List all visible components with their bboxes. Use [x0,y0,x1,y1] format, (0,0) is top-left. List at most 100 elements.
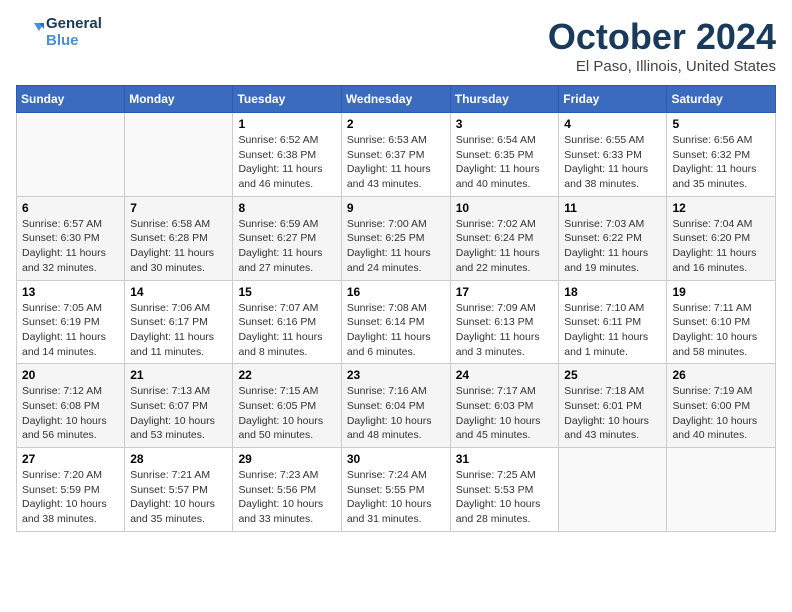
day-info: Sunrise: 7:17 AM Sunset: 6:03 PM Dayligh… [456,384,554,443]
day-number: 23 [347,368,445,382]
day-info: Sunrise: 6:58 AM Sunset: 6:28 PM Dayligh… [130,217,227,276]
calendar-cell: 28 Sunrise: 7:21 AM Sunset: 5:57 PM Dayli… [125,448,233,532]
logo-text-blue: Blue [46,33,102,50]
calendar-cell: 16 Sunrise: 7:08 AM Sunset: 6:14 PM Dayli… [341,280,450,364]
calendar-cell: 30Sunrise: 7:24 AM Sunset: 5:55 PM Dayli… [341,448,450,532]
day-number: 17 [456,285,554,299]
calendar-cell: 31 Sunrise: 7:25 AM Sunset: 5:53 PM Dayli… [450,448,559,532]
weekday-header-row: SundayMondayTuesdayWednesdayThursdayFrid… [17,86,776,113]
day-info: Sunrise: 7:13 AM Sunset: 6:07 PM Dayligh… [130,384,227,443]
day-number: 26 [672,368,770,382]
day-info: Sunrise: 7:21 AM Sunset: 5:57 PM Dayligh… [130,468,227,527]
day-number: 2 [347,117,445,131]
day-info: Sunrise: 7:20 AM Sunset: 5:59 PM Dayligh… [22,468,119,527]
day-info: Sunrise: 7:05 AM Sunset: 6:19 PM Dayligh… [22,301,119,360]
day-info: Sunrise: 7:08 AM Sunset: 6:14 PM Dayligh… [347,301,445,360]
day-number: 3 [456,117,554,131]
day-info: Sunrise: 7:19 AM Sunset: 6:00 PM Dayligh… [672,384,770,443]
day-number: 1 [238,117,335,131]
location: El Paso, Illinois, United States [548,58,776,75]
weekday-header-cell: Monday [125,86,233,113]
weekday-header-cell: Sunday [17,86,125,113]
day-number: 18 [564,285,661,299]
logo: General Blue [16,16,102,49]
calendar-cell: 10Sunrise: 7:02 AM Sunset: 6:24 PM Dayli… [450,196,559,280]
calendar-cell: 23 Sunrise: 7:16 AM Sunset: 6:04 PM Dayli… [341,364,450,448]
day-number: 31 [456,452,554,466]
weekday-header-cell: Thursday [450,86,559,113]
day-info: Sunrise: 7:04 AM Sunset: 6:20 PM Dayligh… [672,217,770,276]
calendar-table: SundayMondayTuesdayWednesdayThursdayFrid… [16,85,776,532]
day-info: Sunrise: 7:24 AM Sunset: 5:55 PM Dayligh… [347,468,445,527]
day-number: 29 [238,452,335,466]
day-info: Sunrise: 7:23 AM Sunset: 5:56 PM Dayligh… [238,468,335,527]
day-info: Sunrise: 6:53 AM Sunset: 6:37 PM Dayligh… [347,133,445,192]
calendar-cell [559,448,667,532]
day-info: Sunrise: 6:55 AM Sunset: 6:33 PM Dayligh… [564,133,661,192]
calendar-cell: 25 Sunrise: 7:18 AM Sunset: 6:01 PM Dayli… [559,364,667,448]
day-number: 9 [347,201,445,215]
day-number: 27 [22,452,119,466]
logo-text-general: General [46,16,102,33]
month-title: October 2024 [548,16,776,58]
calendar-cell: 3 Sunrise: 6:54 AM Sunset: 6:35 PM Daylig… [450,113,559,197]
day-info: Sunrise: 7:10 AM Sunset: 6:11 PM Dayligh… [564,301,661,360]
page-header: General Blue October 2024 El Paso, Illin… [16,16,776,75]
day-info: Sunrise: 7:02 AM Sunset: 6:24 PM Dayligh… [456,217,554,276]
calendar-week-row: 1Sunrise: 6:52 AM Sunset: 6:38 PM Daylig… [17,113,776,197]
calendar-cell: 9 Sunrise: 7:00 AM Sunset: 6:25 PM Daylig… [341,196,450,280]
day-number: 21 [130,368,227,382]
day-info: Sunrise: 7:11 AM Sunset: 6:10 PM Dayligh… [672,301,770,360]
logo-svg: General Blue [16,16,102,49]
day-number: 13 [22,285,119,299]
day-number: 28 [130,452,227,466]
weekday-header-cell: Saturday [667,86,776,113]
calendar-cell: 17 Sunrise: 7:09 AM Sunset: 6:13 PM Dayli… [450,280,559,364]
calendar-cell [667,448,776,532]
calendar-week-row: 6Sunrise: 6:57 AM Sunset: 6:30 PM Daylig… [17,196,776,280]
day-number: 20 [22,368,119,382]
day-info: Sunrise: 7:06 AM Sunset: 6:17 PM Dayligh… [130,301,227,360]
day-number: 19 [672,285,770,299]
calendar-cell [17,113,125,197]
day-info: Sunrise: 6:57 AM Sunset: 6:30 PM Dayligh… [22,217,119,276]
day-number: 14 [130,285,227,299]
day-info: Sunrise: 7:16 AM Sunset: 6:04 PM Dayligh… [347,384,445,443]
day-info: Sunrise: 7:09 AM Sunset: 6:13 PM Dayligh… [456,301,554,360]
calendar-cell: 4Sunrise: 6:55 AM Sunset: 6:33 PM Daylig… [559,113,667,197]
day-number: 8 [238,201,335,215]
calendar-cell: 26 Sunrise: 7:19 AM Sunset: 6:00 PM Dayli… [667,364,776,448]
day-info: Sunrise: 6:56 AM Sunset: 6:32 PM Dayligh… [672,133,770,192]
day-info: Sunrise: 7:07 AM Sunset: 6:16 PM Dayligh… [238,301,335,360]
day-number: 24 [456,368,554,382]
calendar-cell: 5Sunrise: 6:56 AM Sunset: 6:32 PM Daylig… [667,113,776,197]
calendar-cell: 20 Sunrise: 7:12 AM Sunset: 6:08 PM Dayli… [17,364,125,448]
calendar-cell: 21 Sunrise: 7:13 AM Sunset: 6:07 PM Dayli… [125,364,233,448]
day-number: 25 [564,368,661,382]
day-number: 22 [238,368,335,382]
day-number: 16 [347,285,445,299]
calendar-cell: 27 Sunrise: 7:20 AM Sunset: 5:59 PM Dayli… [17,448,125,532]
calendar-cell: 15Sunrise: 7:07 AM Sunset: 6:16 PM Dayli… [233,280,341,364]
calendar-cell: 29 Sunrise: 7:23 AM Sunset: 5:56 PM Dayli… [233,448,341,532]
calendar-cell: 1Sunrise: 6:52 AM Sunset: 6:38 PM Daylig… [233,113,341,197]
calendar-cell: 13 Sunrise: 7:05 AM Sunset: 6:19 PM Dayli… [17,280,125,364]
title-block: October 2024 El Paso, Illinois, United S… [548,16,776,75]
day-number: 7 [130,201,227,215]
calendar-cell: 18 Sunrise: 7:10 AM Sunset: 6:11 PM Dayli… [559,280,667,364]
weekday-header-cell: Tuesday [233,86,341,113]
day-info: Sunrise: 6:54 AM Sunset: 6:35 PM Dayligh… [456,133,554,192]
day-number: 11 [564,201,661,215]
day-number: 12 [672,201,770,215]
calendar-week-row: 27 Sunrise: 7:20 AM Sunset: 5:59 PM Dayli… [17,448,776,532]
calendar-week-row: 13 Sunrise: 7:05 AM Sunset: 6:19 PM Dayli… [17,280,776,364]
calendar-cell: 8Sunrise: 6:59 AM Sunset: 6:27 PM Daylig… [233,196,341,280]
day-info: Sunrise: 7:00 AM Sunset: 6:25 PM Dayligh… [347,217,445,276]
calendar-cell: 19 Sunrise: 7:11 AM Sunset: 6:10 PM Dayli… [667,280,776,364]
day-info: Sunrise: 7:18 AM Sunset: 6:01 PM Dayligh… [564,384,661,443]
day-info: Sunrise: 7:12 AM Sunset: 6:08 PM Dayligh… [22,384,119,443]
calendar-cell: 22Sunrise: 7:15 AM Sunset: 6:05 PM Dayli… [233,364,341,448]
calendar-cell: 12 Sunrise: 7:04 AM Sunset: 6:20 PM Dayli… [667,196,776,280]
day-info: Sunrise: 7:25 AM Sunset: 5:53 PM Dayligh… [456,468,554,527]
weekday-header-cell: Friday [559,86,667,113]
